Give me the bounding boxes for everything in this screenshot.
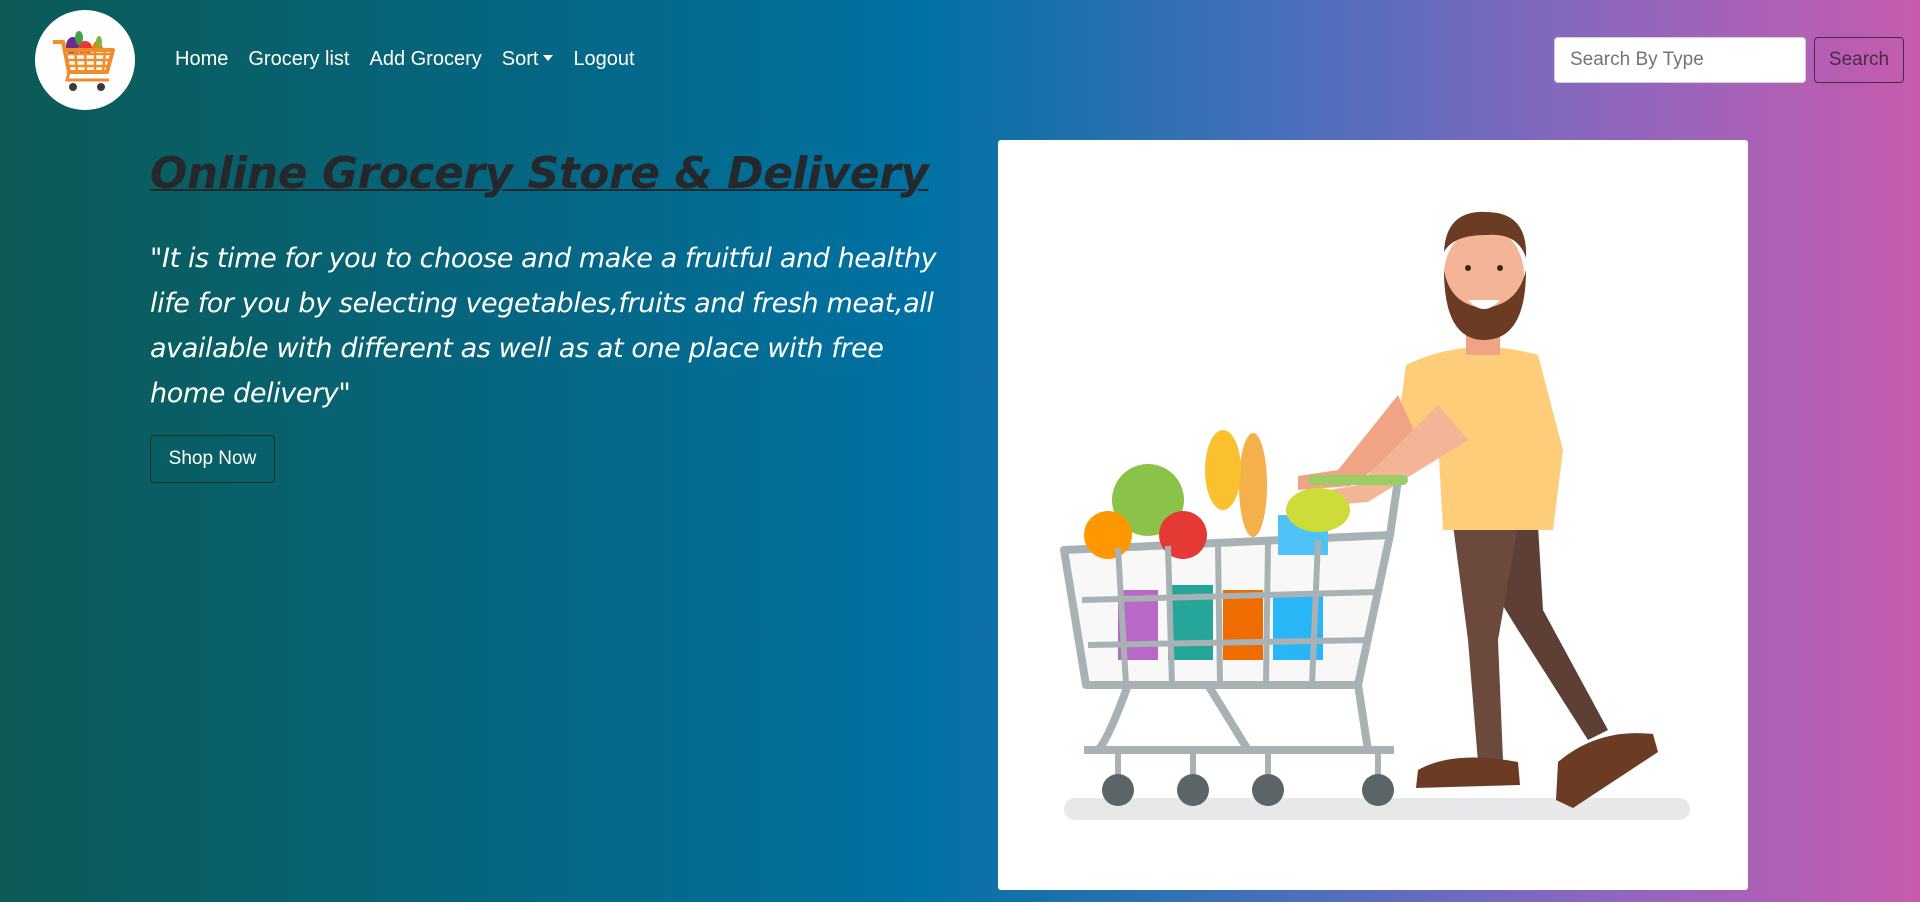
shop-now-button[interactable]: Shop Now: [150, 435, 275, 483]
nav-dropdown-sort[interactable]: Sort: [502, 48, 554, 71]
nav-link-logout[interactable]: Logout: [573, 48, 634, 71]
nav-links: Home Grocery list Add Grocery Sort Logou…: [175, 48, 655, 71]
nav-link-home[interactable]: Home: [175, 48, 228, 71]
hero-quote: "It is time for you to choose and make a…: [150, 243, 937, 409]
shopper-with-cart-illustration-icon: [1060, 211, 1690, 820]
search-button[interactable]: Search: [1814, 37, 1904, 83]
hero-title: Online Grocery Store & Delivery: [150, 148, 929, 199]
search-input[interactable]: [1554, 37, 1806, 83]
logo[interactable]: [35, 10, 135, 110]
nav-link-grocery-list[interactable]: Grocery list: [248, 48, 349, 71]
hero-image-card: [998, 140, 1748, 890]
caret-down-icon: [543, 54, 554, 61]
nav-link-add-grocery[interactable]: Add Grocery: [369, 48, 481, 71]
grocery-cart-logo-icon: [53, 31, 115, 91]
sort-label: Sort: [501, 48, 539, 70]
navbar: Home Grocery list Add Grocery Sort Logou…: [0, 0, 1920, 120]
